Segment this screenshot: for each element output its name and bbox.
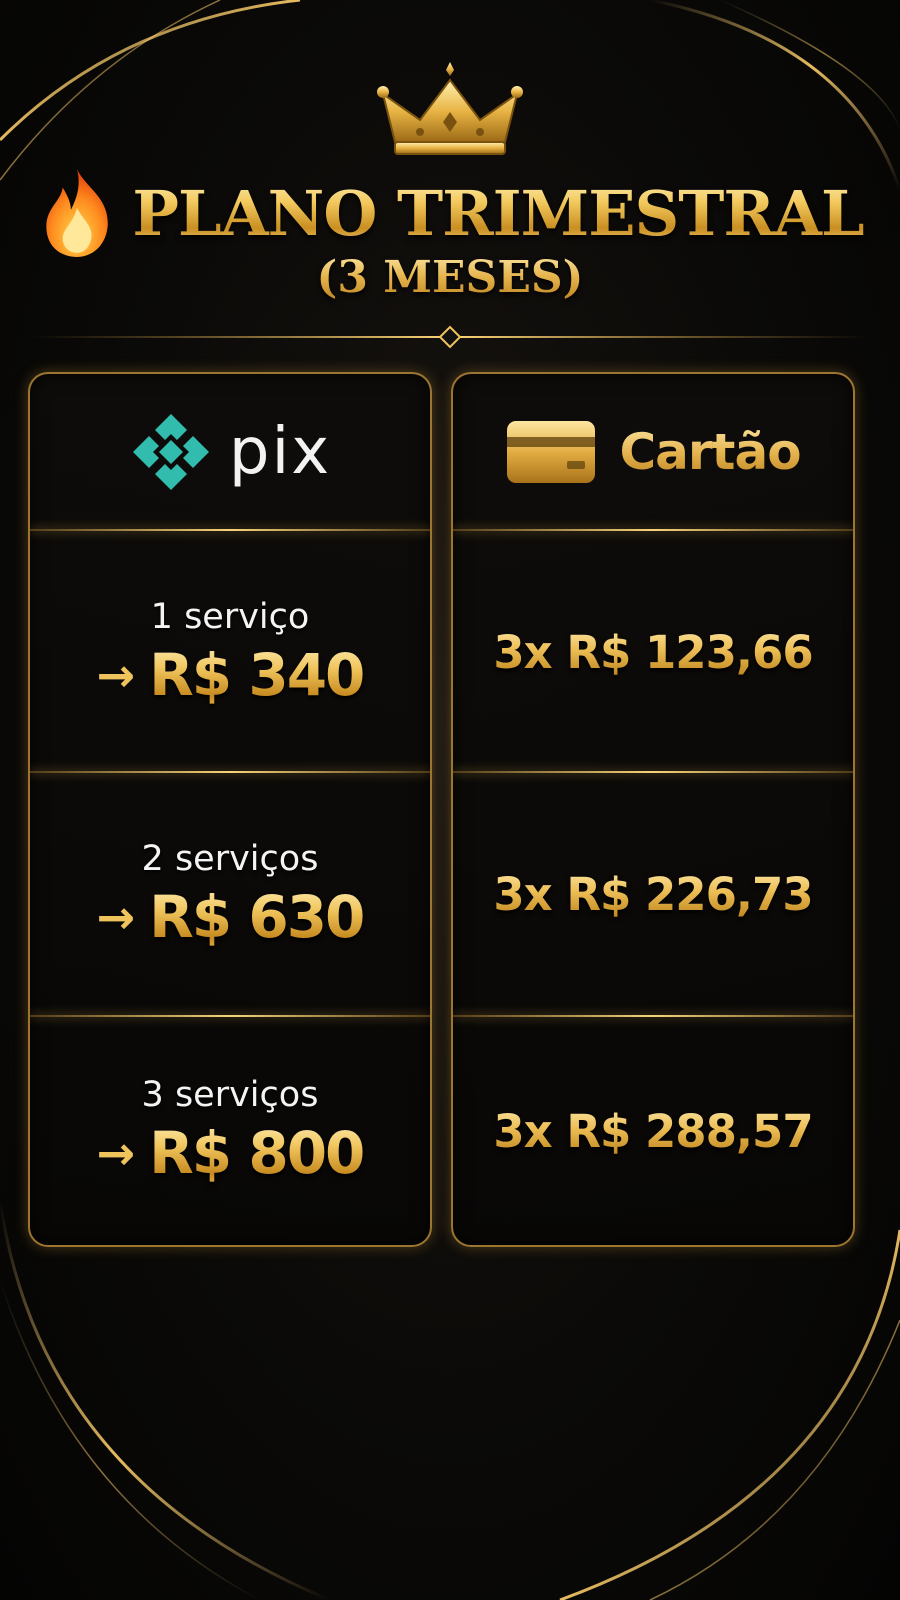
arrow-icon: →	[96, 889, 136, 944]
pix-logo-icon	[132, 413, 209, 490]
pix-label: pix	[228, 414, 332, 489]
crown-icon	[377, 62, 523, 155]
title-row: PLANO TRIMESTRAL	[0, 168, 900, 258]
price-line: → R$ 800	[96, 1119, 366, 1187]
cartao-label: Cartão	[619, 422, 801, 481]
page-subtitle: (3 MESES)	[0, 252, 900, 303]
price-line: → R$ 630	[96, 882, 366, 951]
pix-row-1: 1 serviço → R$ 340	[30, 531, 430, 774]
cartao-header: Cartão	[453, 374, 853, 529]
divider	[30, 325, 870, 349]
service-count: 2 serviços	[141, 838, 319, 879]
pix-card: pix 1 serviço → R$ 340 2 serviços → R$ 6…	[28, 372, 432, 1247]
installment-price: 3x R$ 288,57	[493, 1104, 813, 1158]
installment-price: 3x R$ 123,66	[493, 626, 813, 679]
service-count: 3 serviços	[141, 1075, 319, 1115]
price-line: → R$ 340	[96, 640, 366, 709]
cartao-row-1: 3x R$ 123,66	[453, 531, 853, 774]
pix-price: R$ 800	[149, 1119, 365, 1187]
pix-price: R$ 340	[149, 640, 365, 709]
cartao-row-3: 3x R$ 288,57	[453, 1017, 853, 1245]
cartao-row-2: 3x R$ 226,73	[453, 773, 853, 1016]
pix-header: pix	[30, 374, 430, 529]
credit-card-icon	[507, 420, 596, 483]
fire-emoji-icon	[46, 169, 109, 257]
arrow-icon: →	[96, 1126, 136, 1180]
cartao-card: Cartão 3x R$ 123,66 3x R$ 226,73 3x R$ 2…	[451, 372, 855, 1247]
service-count: 1 serviço	[150, 596, 310, 637]
pix-row-3: 3 serviços → R$ 800	[30, 1017, 430, 1245]
installment-price: 3x R$ 226,73	[493, 868, 813, 921]
pix-price: R$ 630	[149, 882, 365, 951]
arrow-icon: →	[96, 647, 136, 702]
page-title: PLANO TRIMESTRAL	[132, 176, 864, 250]
pix-row-2: 2 serviços → R$ 630	[30, 773, 430, 1016]
